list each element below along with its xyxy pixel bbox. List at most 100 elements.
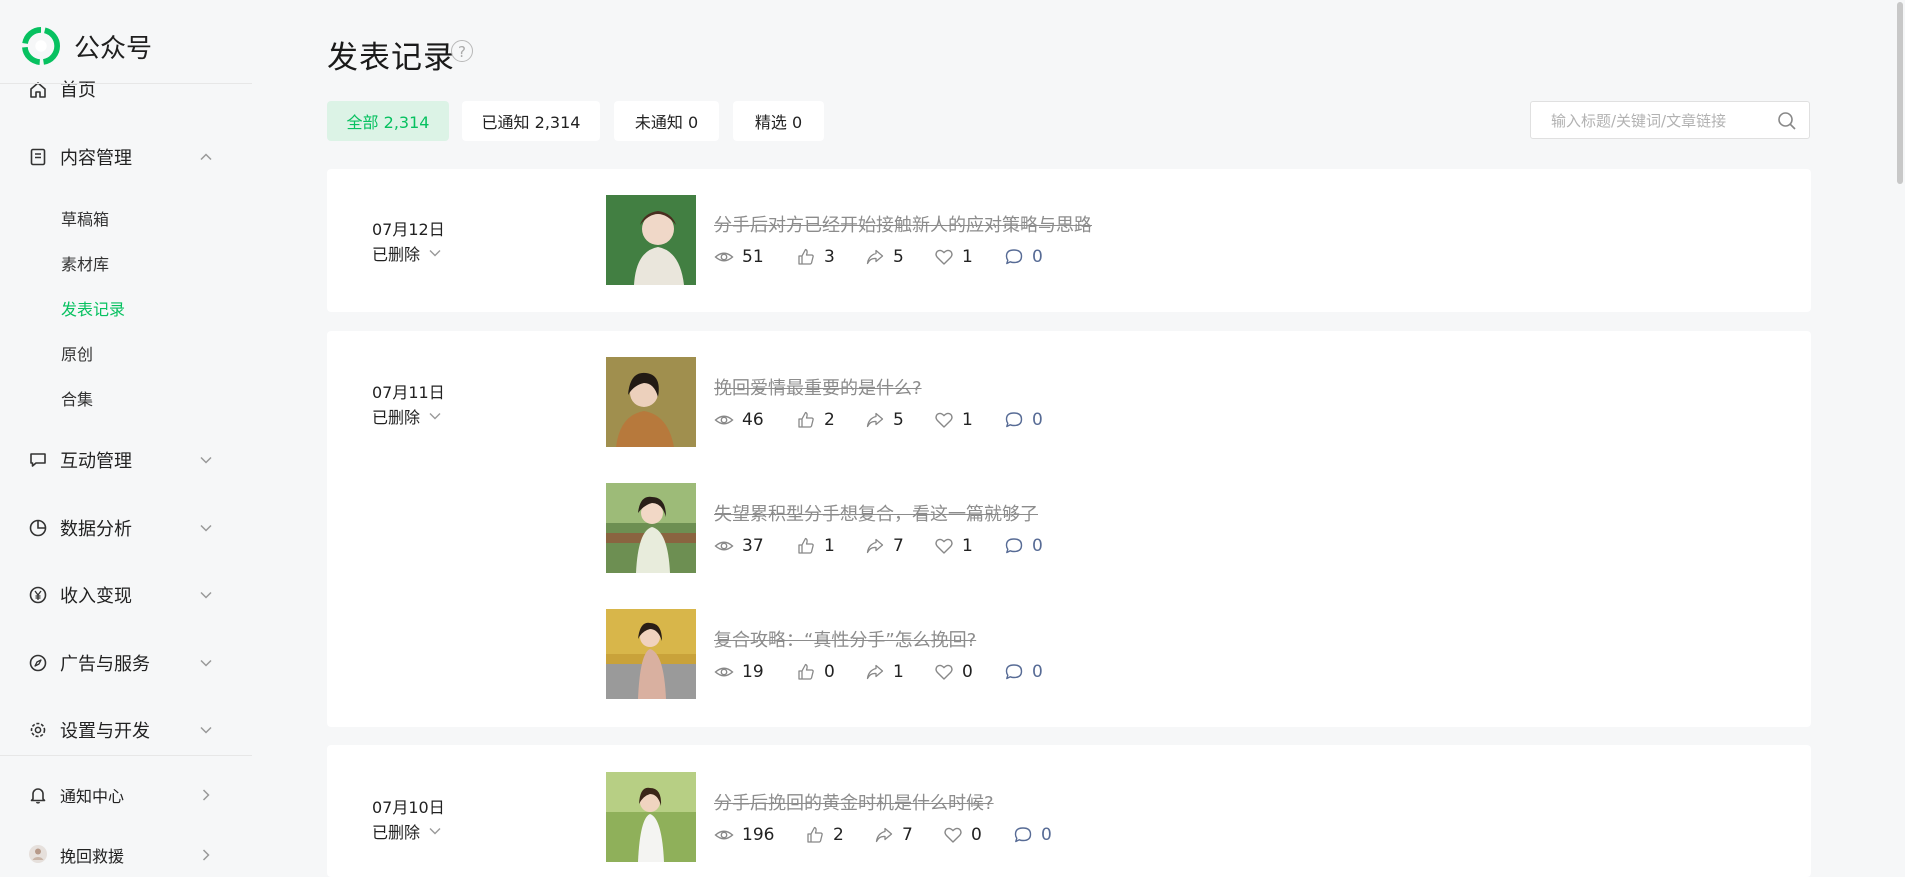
tab-featured[interactable]: 精选 0 [733,101,824,141]
search-input[interactable] [1549,111,1763,131]
record-date: 07月11日 [372,383,445,402]
scrollbar-thumb[interactable] [1897,2,1903,184]
sidebar-item-interaction[interactable]: 互动管理 [0,448,252,472]
article-stats: 19 0 1 0 0 [714,661,1043,683]
sidebar-sub-publish-records[interactable]: 发表记录 [61,296,125,320]
record-status: 已删除 [372,823,421,842]
article-title[interactable]: 分手后挽回的黄金时机是什么时候? [714,789,994,815]
sidebar-item-ads-services[interactable]: 广告与服务 [0,651,252,675]
stat-comments[interactable]: 0 [1004,410,1043,430]
chevron-down-icon [200,591,212,599]
bell-icon [30,788,46,804]
share-icon [866,412,884,428]
pie-chart-icon [29,519,47,537]
article-thumbnail[interactable] [606,195,696,285]
share-icon [875,827,893,843]
sidebar-item-data-analysis-label: 数据分析 [60,519,132,540]
sidebar-item-notification-center-label: 通知中心 [60,787,125,806]
record-status-dropdown[interactable]: 已删除 [372,819,442,843]
record-status: 已删除 [372,408,421,427]
sidebar-item-notification-center[interactable]: 通知中心 [0,783,252,807]
sidebar-item-content-management[interactable]: 内容管理 [0,145,252,169]
share-icon [866,538,884,554]
help-icon[interactable]: ? [451,40,473,62]
article-stats: 196 2 7 0 0 [714,824,1052,846]
stat-views: 19 [714,662,796,682]
heart-icon [935,412,953,428]
avatar [29,845,47,863]
sidebar-sub-drafts[interactable]: 草稿箱 [61,206,109,230]
document-icon [30,148,46,166]
stat-comments[interactable]: 0 [1004,247,1043,267]
article-thumbnail[interactable] [606,357,696,447]
sidebar-item-settings-dev[interactable]: 设置与开发 [0,718,252,742]
article-title[interactable]: 复合攻略：“真性分手”怎么挽回? [714,626,976,652]
chevron-down-icon [200,659,212,667]
chevron-up-icon [200,153,212,161]
heart-icon [935,538,953,554]
stat-shares: 5 [865,247,934,267]
search-box [1530,101,1810,139]
comment-icon [1014,827,1032,843]
record-status-dropdown[interactable]: 已删除 [372,404,442,428]
record-status-dropdown[interactable]: 已删除 [372,241,442,265]
stat-likes: 3 [796,247,865,267]
sidebar-sub-original[interactable]: 原创 [61,341,93,365]
brand-name: 公众号 [74,33,153,64]
eye-icon [714,415,734,425]
share-icon [866,249,884,265]
sidebar-sub-material-library[interactable]: 素材库 [61,251,109,275]
eye-icon [714,667,734,677]
article-stats: 37 1 7 1 0 [714,535,1043,557]
compass-icon [29,654,47,672]
tab-not-notified[interactable]: 未通知 0 [614,101,719,141]
chevron-down-icon [429,828,441,835]
record-date: 07月10日 [372,798,445,817]
sidebar-item-interaction-label: 互动管理 [60,451,132,472]
record-card: 07月10日 已删除 分手后挽回的黄金时机是什么时候? 196 2 7 0 0 [327,745,1811,877]
article-stats: 51 3 5 1 0 [714,246,1043,268]
thumbs-up-icon [798,411,814,428]
heart-icon [944,827,962,843]
tab-notified[interactable]: 已通知 2,314 [462,101,600,141]
brand[interactable]: 公众号 [22,26,152,66]
eye-icon [714,541,734,551]
eye-icon [714,830,734,840]
sidebar-item-monetization[interactable]: 收入变现 [0,583,252,607]
yen-icon [29,586,47,604]
article-title[interactable]: 失望累积型分手想复合，看这一篇就够了 [714,500,1038,526]
stat-comments[interactable]: 0 [1004,536,1043,556]
stat-favs: 1 [934,410,1004,430]
chevron-down-icon [429,413,441,420]
article-thumbnail[interactable] [606,609,696,699]
chevron-right-icon [202,849,210,861]
record-card: 07月12日 已删除 分手后对方已经开始接触新人的应对策略与思路 51 3 5 … [327,169,1811,312]
tab-all[interactable]: 全部 2,314 [327,101,449,141]
record-card: 07月11日 已删除 挽回爱情最重要的是什么? 46 2 5 1 0 失望累积型… [327,331,1811,727]
thumbs-up-icon [798,663,814,680]
sidebar-item-data-analysis[interactable]: 数据分析 [0,516,252,540]
wechat-mp-logo-icon [22,27,60,65]
comment-icon [1005,538,1023,554]
gear-icon [30,722,46,738]
message-icon [30,453,46,467]
sidebar-item-rescue[interactable]: 挽回救援 [0,843,252,867]
article-thumbnail[interactable] [606,772,696,862]
heart-icon [935,664,953,680]
stat-shares: 7 [874,825,943,845]
comment-icon [1005,412,1023,428]
article-title[interactable]: 挽回爱情最重要的是什么? [714,374,922,400]
stat-shares: 7 [865,536,934,556]
sidebar-sub-collections[interactable]: 合集 [61,386,93,410]
stat-views: 51 [714,247,796,267]
chevron-down-icon [200,524,212,532]
stat-comments[interactable]: 0 [1013,825,1052,845]
stat-comments[interactable]: 0 [1004,662,1043,682]
chevron-down-icon [200,726,212,734]
thumbs-up-icon [807,826,823,843]
article-title[interactable]: 分手后对方已经开始接触新人的应对策略与思路 [714,211,1092,237]
divider [0,755,252,756]
article-thumbnail[interactable] [606,483,696,573]
stat-views: 46 [714,410,796,430]
search-icon[interactable] [1777,111,1797,131]
